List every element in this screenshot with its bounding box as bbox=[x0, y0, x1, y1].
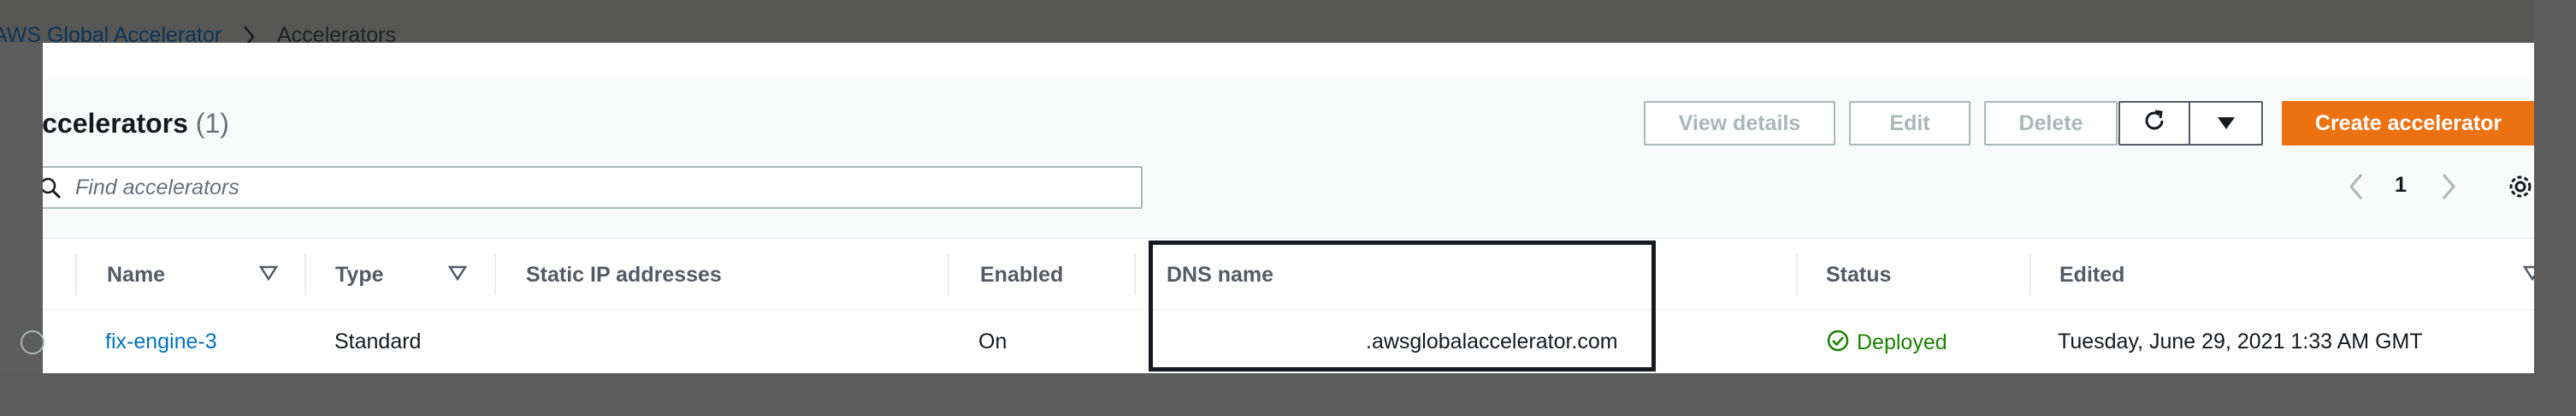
column-header-static-ips[interactable]: Static IP addresses bbox=[526, 264, 722, 286]
column-divider bbox=[948, 254, 949, 295]
chevron-right-icon[interactable] bbox=[2439, 172, 2458, 205]
actions-dropdown-button[interactable] bbox=[2189, 101, 2263, 146]
refresh-button[interactable] bbox=[2118, 101, 2189, 146]
search-input[interactable] bbox=[75, 168, 1127, 207]
column-divider bbox=[2029, 254, 2031, 295]
item-count: (1) bbox=[195, 108, 229, 139]
current-page[interactable]: 1 bbox=[2395, 175, 2407, 196]
chevron-left-icon[interactable] bbox=[2347, 172, 2366, 205]
check-circle-icon bbox=[1826, 329, 1850, 357]
column-header-name[interactable]: Name bbox=[107, 264, 165, 286]
column-header-dns-name[interactable]: DNS name bbox=[1167, 264, 1273, 286]
search-box[interactable] bbox=[22, 166, 1143, 209]
column-divider bbox=[304, 254, 306, 295]
cell-type: Standard bbox=[334, 330, 422, 354]
column-divider bbox=[1134, 254, 1136, 295]
gear-icon[interactable] bbox=[2506, 172, 2535, 205]
table-row[interactable]: fix-engine-3 Standard On .awsglobalaccel… bbox=[43, 310, 2534, 373]
row-select-radio-visible[interactable] bbox=[21, 330, 44, 354]
caret-down-icon bbox=[2217, 111, 2236, 136]
column-header-type[interactable]: Type bbox=[335, 264, 384, 286]
sort-down-icon[interactable] bbox=[258, 264, 279, 286]
accelerator-name-link[interactable]: fix-engine-3 bbox=[105, 331, 217, 353]
page-title-text: Accelerators bbox=[22, 108, 188, 139]
modal-overlay-bottom bbox=[0, 373, 2576, 416]
breadcrumb: AWS Global Accelerator Accelerators bbox=[0, 0, 2576, 48]
modal-overlay-right bbox=[2534, 0, 2576, 416]
column-header-status[interactable]: Status bbox=[1826, 264, 1891, 286]
column-divider bbox=[494, 254, 496, 295]
cell-dns-name: .awsglobalaccelerator.com bbox=[1366, 330, 1618, 354]
page-title: Accelerators (1) bbox=[22, 110, 229, 137]
column-divider bbox=[75, 254, 77, 295]
create-accelerator-button[interactable]: Create accelerator bbox=[2282, 101, 2535, 146]
refresh-icon bbox=[2141, 107, 2168, 140]
modal-overlay-left bbox=[0, 43, 43, 373]
view-details-button[interactable]: View details bbox=[1644, 101, 1835, 146]
status-text: Deployed bbox=[1857, 330, 1947, 354]
column-divider bbox=[1796, 254, 1798, 295]
column-header-edited[interactable]: Edited bbox=[2059, 264, 2124, 286]
column-header-enabled[interactable]: Enabled bbox=[980, 264, 1063, 286]
cell-enabled: On bbox=[978, 330, 1007, 354]
table-header: Name Type Static IP addresses Enabled DN… bbox=[43, 238, 2543, 310]
delete-button[interactable]: Delete bbox=[1984, 101, 2118, 146]
cell-edited: Tuesday, June 29, 2021 1:33 AM GMT bbox=[2058, 330, 2423, 354]
edit-button[interactable]: Edit bbox=[1849, 101, 1970, 146]
sort-down-icon[interactable] bbox=[447, 264, 468, 286]
status-badge: Deployed bbox=[1826, 329, 1947, 357]
